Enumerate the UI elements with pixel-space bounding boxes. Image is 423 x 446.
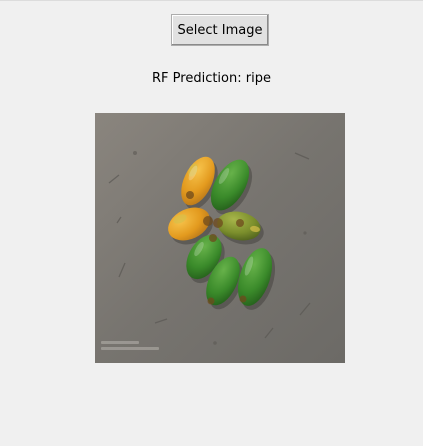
select-image-button[interactable]: Select Image	[171, 14, 269, 46]
fruit-photo	[95, 113, 345, 363]
prediction-label: RF Prediction: ripe	[152, 71, 271, 86]
window-top-border	[0, 0, 423, 1]
